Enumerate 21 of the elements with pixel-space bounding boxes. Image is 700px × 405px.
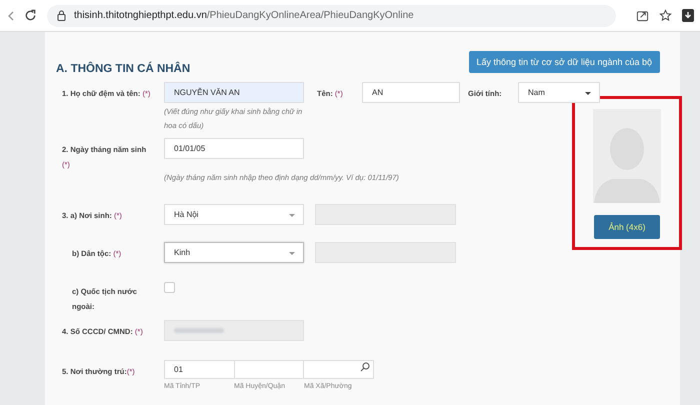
id-number-field[interactable]	[164, 320, 304, 341]
section-title: A. THÔNG TIN CÁ NHÂN	[56, 60, 190, 75]
lock-icon	[57, 10, 66, 21]
address-bar[interactable]: thisinh.thitotnghiepthpt.edu.vn/PhieuDangKyOnlineArea/PhieuDangKyOnline	[47, 4, 616, 26]
back-icon[interactable]	[8, 10, 14, 20]
full-name-field[interactable]: NGUYỄN VĂN AN	[164, 82, 304, 103]
avatar-placeholder-icon	[593, 109, 661, 203]
reload-icon[interactable]	[24, 9, 37, 22]
gender-dropdown[interactable]: Nam	[518, 82, 600, 103]
given-name-field[interactable]: AN	[362, 82, 460, 103]
photo-upload-button[interactable]: Ảnh (4x6)	[594, 215, 660, 239]
birth-place-dropdown[interactable]: Hà Nội	[164, 204, 304, 225]
download-icon[interactable]	[682, 9, 694, 22]
blurred-value	[174, 328, 224, 333]
ethnicity-dropdown[interactable]: Kinh	[164, 242, 304, 263]
url-text: thisinh.thitotnghiepthpt.edu.vn/PhieuDangKyOnlineArea/PhieuDangKyOnline	[74, 10, 414, 21]
birth-date-field[interactable]: 01/01/05	[164, 138, 304, 159]
checkbox[interactable]	[164, 282, 175, 293]
share-icon[interactable]	[636, 9, 649, 22]
fetch-data-button[interactable]: Lấy thông tin từ cơ sở dữ liệu ngành của bộ	[468, 51, 660, 73]
star-icon[interactable]	[659, 9, 672, 22]
